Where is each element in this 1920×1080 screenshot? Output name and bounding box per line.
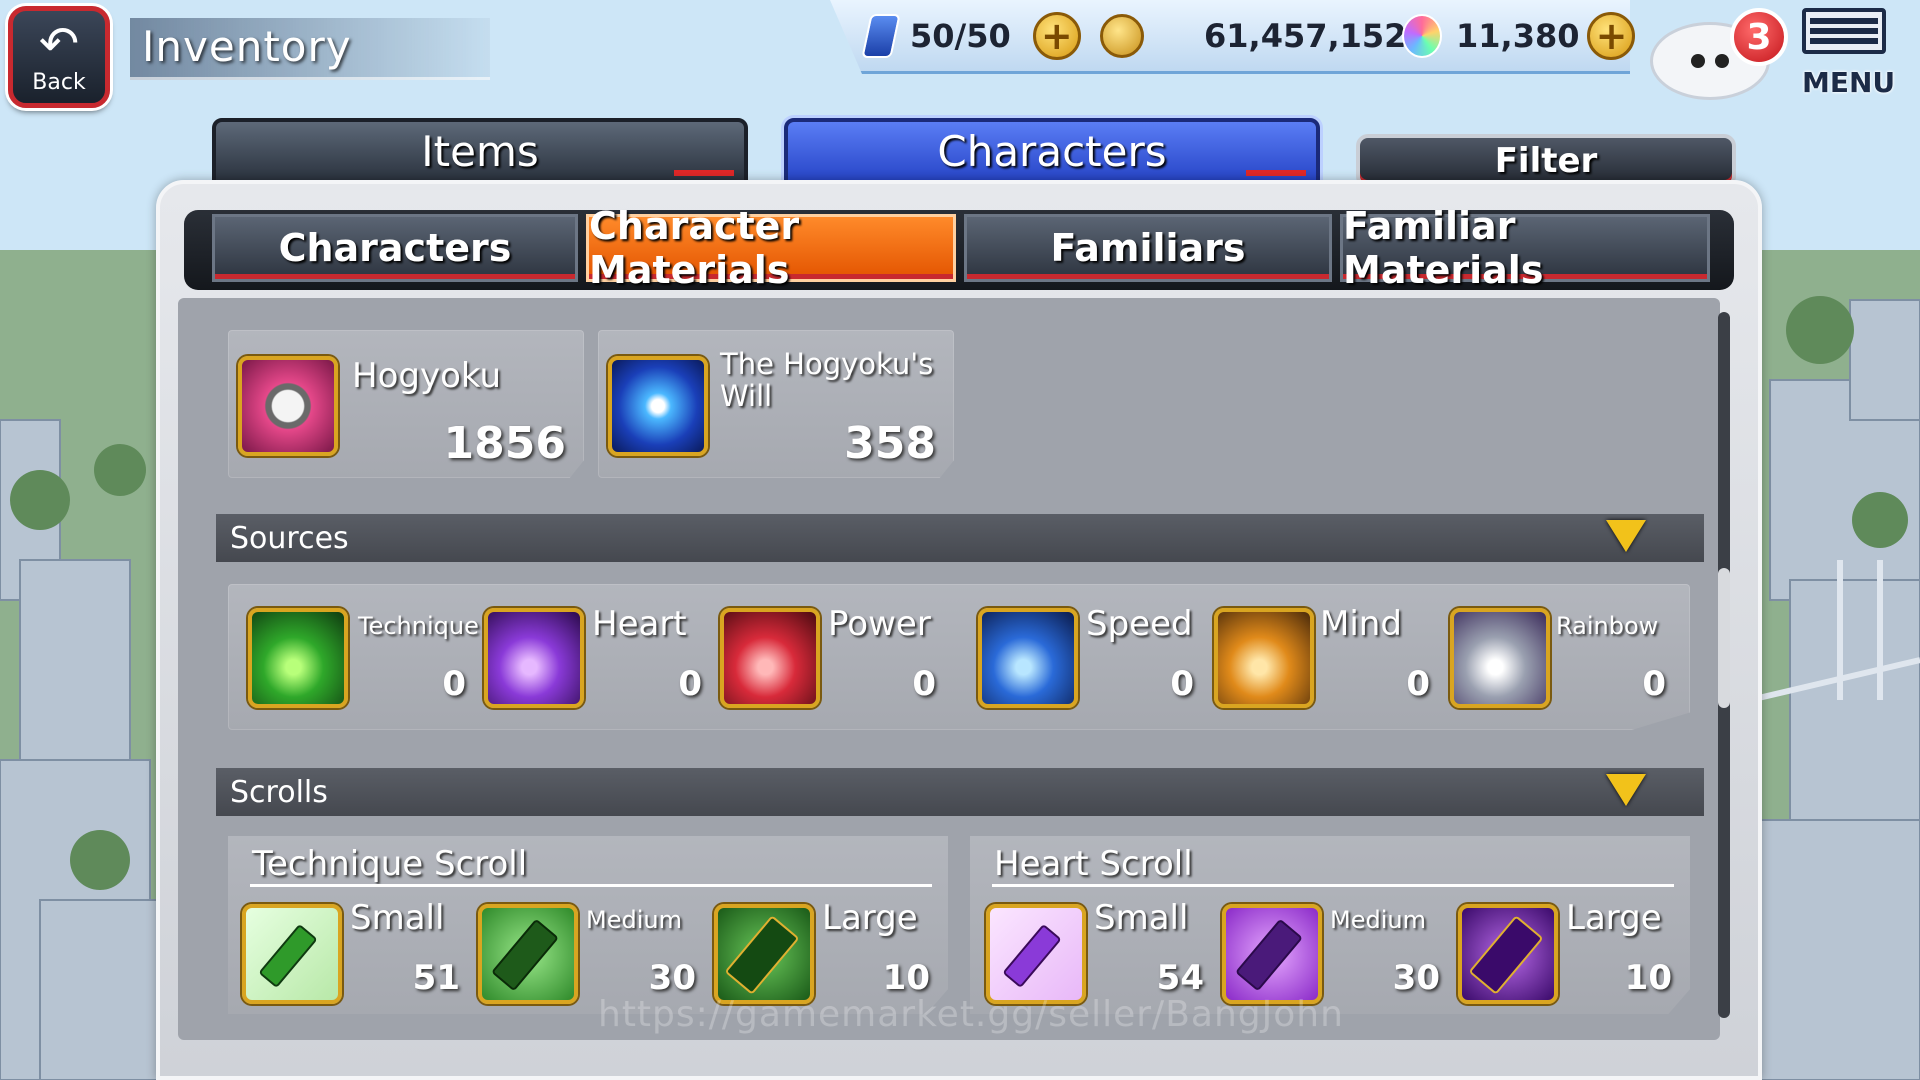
technique-scroll-small-icon[interactable] (242, 904, 342, 1004)
chat-dot (1691, 54, 1705, 68)
subtab-character-materials[interactable]: Character Materials (586, 204, 956, 292)
item-count: 0 (912, 664, 936, 704)
watermark: https://gamemarket.gg/seller/BangJohn (598, 994, 1344, 1035)
back-button[interactable]: ↶ Back (8, 6, 110, 108)
item-count: 1856 (443, 418, 566, 469)
scrolls-header[interactable]: Scrolls (216, 768, 1704, 816)
back-arrow-icon: ↶ (38, 15, 80, 72)
filter-label: Filter (1494, 141, 1598, 181)
item-name: Hogyoku (352, 356, 502, 396)
tab-characters-label: Characters (937, 126, 1167, 176)
coin-display: 61,457,152 (1100, 14, 1406, 58)
spirit-orb-icon (1402, 14, 1442, 58)
notification-badge: 3 (1730, 8, 1788, 66)
item-count: 358 (844, 418, 936, 469)
hogyoku-icon (238, 356, 338, 456)
item-count: 30 (648, 958, 696, 998)
menu-label: MENU (1802, 66, 1896, 99)
subtab-label: Familiar Materials (1343, 204, 1544, 292)
stamina-display: 50/50 + (861, 12, 1081, 60)
item-name: Mind (1320, 604, 1402, 644)
section-title: Sources (230, 520, 349, 556)
item-name: Heart (592, 604, 687, 644)
menu-button[interactable]: MENU (1802, 8, 1896, 104)
technique-scroll-large-icon[interactable] (714, 904, 814, 1004)
stamina-card-icon (861, 14, 901, 58)
item-count: 51 (412, 958, 460, 998)
item-count: 0 (1642, 664, 1666, 704)
power-source-icon[interactable] (720, 608, 820, 708)
heart-scroll-medium-icon[interactable] (1222, 904, 1322, 1004)
item-name: Medium (1330, 906, 1426, 934)
tab-items-label: Items (421, 126, 539, 176)
heart-source-icon[interactable] (484, 608, 584, 708)
rainbow-source-icon[interactable] (1450, 608, 1550, 708)
menu-icon (1802, 8, 1886, 54)
subtab-characters[interactable]: Characters (212, 214, 578, 282)
speed-source-icon[interactable] (978, 608, 1078, 708)
hogyoku-will-icon (608, 356, 708, 456)
subtab-familiar-materials[interactable]: Familiar Materials (1340, 204, 1710, 292)
sources-header[interactable]: Sources (216, 514, 1704, 562)
item-name: Speed (1086, 604, 1193, 644)
orb-value: 11,380 (1456, 17, 1580, 55)
item-count: 0 (1170, 664, 1194, 704)
item-count: 0 (442, 664, 466, 704)
orb-display: 11,380 + (1402, 12, 1636, 60)
subtab-label: Characters (278, 226, 512, 270)
heart-scroll-small-icon[interactable] (986, 904, 1086, 1004)
coin-icon (1100, 14, 1144, 58)
subtab-label: Familiars (1050, 226, 1246, 270)
subtab-familiars[interactable]: Familiars (964, 214, 1332, 282)
scrollbar-thumb[interactable] (1718, 568, 1730, 708)
item-count: 30 (1392, 958, 1440, 998)
item-count: 10 (1624, 958, 1672, 998)
item-name: Small (1094, 898, 1189, 938)
technique-scroll-medium-icon[interactable] (478, 904, 578, 1004)
back-label: Back (32, 69, 86, 95)
item-name: Power (828, 604, 931, 644)
item-name: Large (1566, 898, 1662, 938)
heart-scroll-large-icon[interactable] (1458, 904, 1558, 1004)
scroll-group-title: Technique Scroll (252, 844, 528, 884)
item-count: 0 (678, 664, 702, 704)
chat-dot (1715, 54, 1729, 68)
stamina-value: 50/50 (910, 17, 1011, 55)
section-title: Scrolls (230, 774, 328, 810)
page-title: Inventory (142, 22, 352, 71)
item-count: 54 (1156, 958, 1204, 998)
add-orbs-button[interactable]: + (1587, 12, 1636, 60)
tab-characters[interactable]: Characters (784, 118, 1320, 184)
coin-value: 61,457,152 (1204, 17, 1407, 55)
item-name: Large (822, 898, 918, 938)
item-name: Medium (586, 906, 682, 934)
chevron-down-icon (1606, 520, 1646, 552)
add-stamina-button[interactable]: + (1032, 12, 1081, 60)
mind-source-icon[interactable] (1214, 608, 1314, 708)
item-count: 0 (1406, 664, 1430, 704)
item-name: Small (350, 898, 445, 938)
subtab-label: Character Materials (589, 204, 800, 292)
technique-source-icon[interactable] (248, 608, 348, 708)
tab-items[interactable]: Items (212, 118, 748, 184)
item-name: Rainbow (1556, 612, 1659, 640)
item-name: Technique (358, 612, 479, 640)
scroll-group-title: Heart Scroll (994, 844, 1193, 884)
item-count: 10 (882, 958, 930, 998)
item-name: The Hogyoku's Will (720, 347, 934, 413)
chevron-down-icon (1606, 774, 1646, 806)
